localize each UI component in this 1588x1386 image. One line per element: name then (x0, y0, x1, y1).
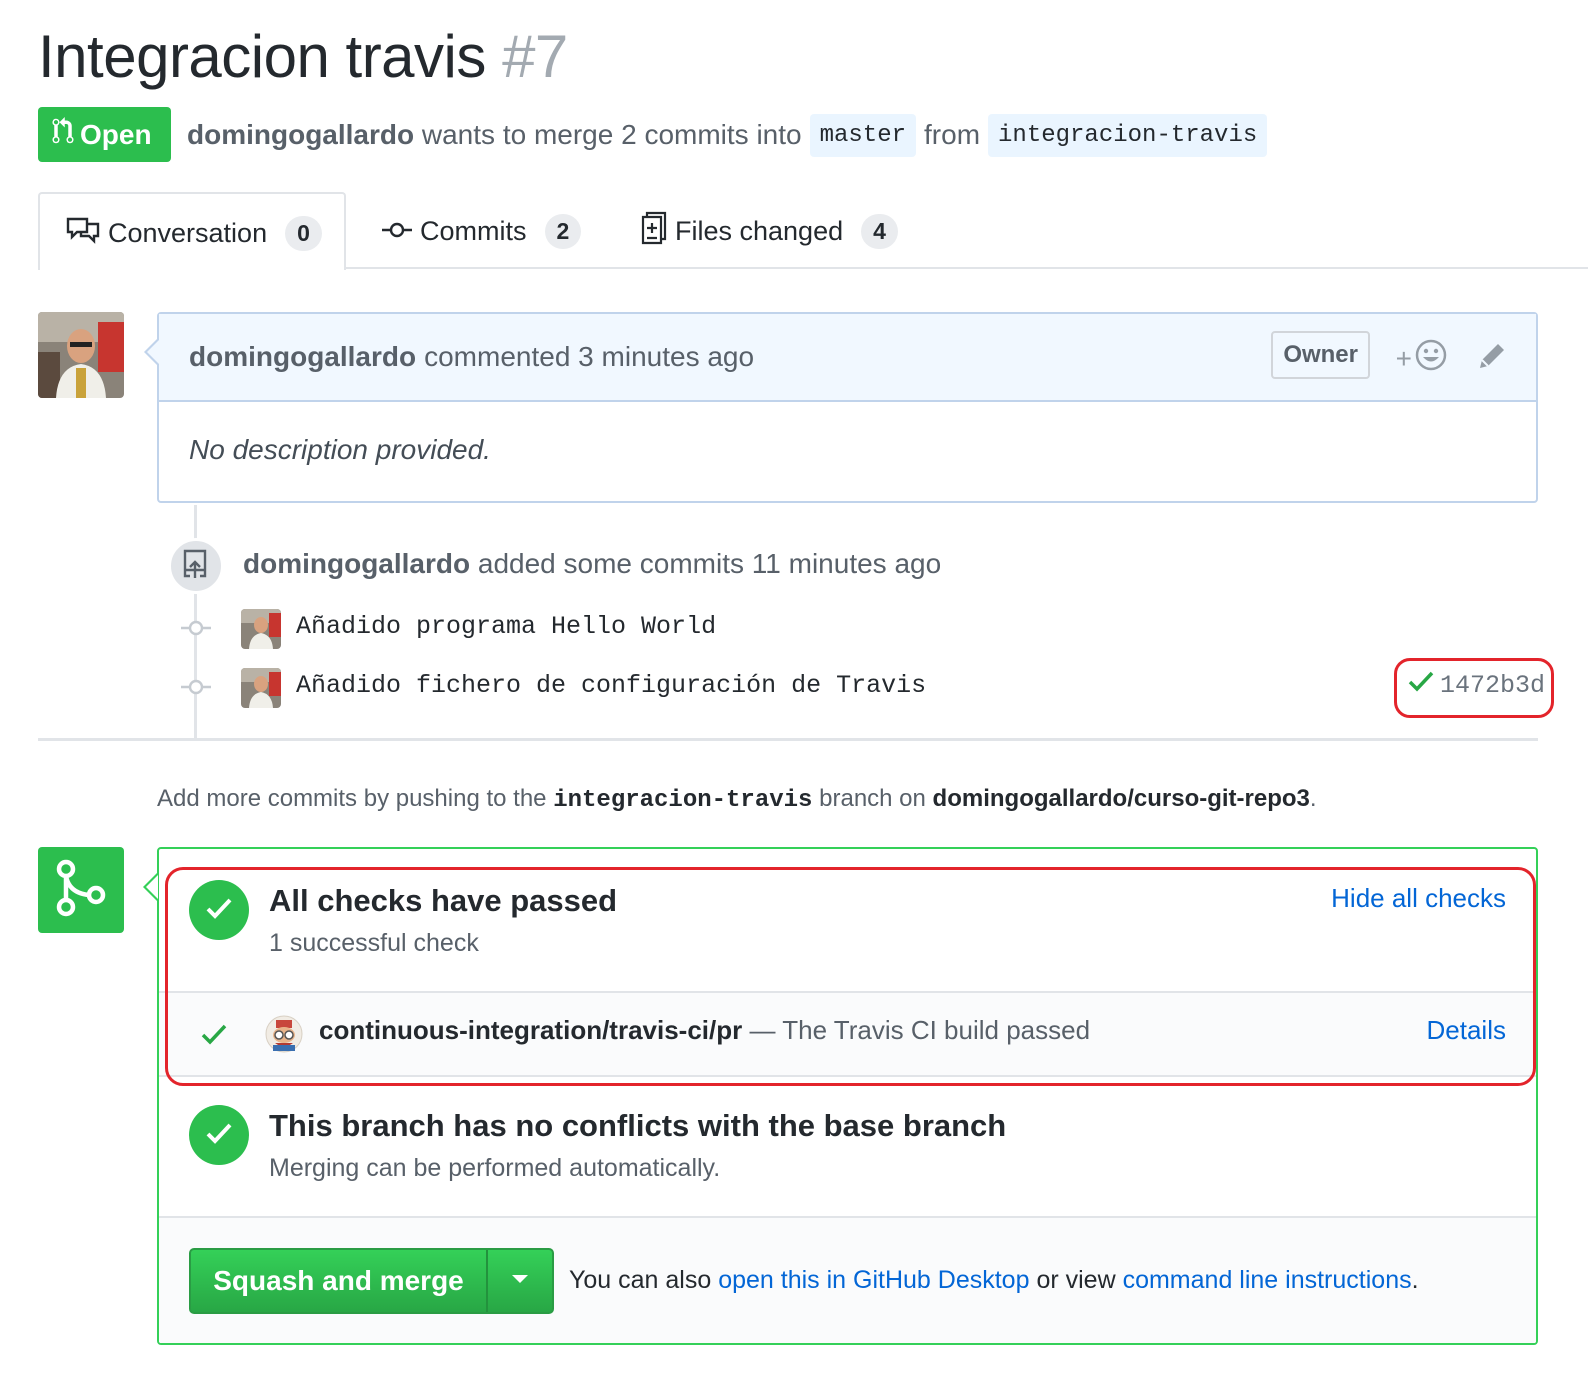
command-line-instructions-link[interactable]: command line instructions (1123, 1266, 1412, 1294)
diff-icon (641, 211, 667, 252)
pr-number: #7 (502, 23, 568, 90)
squash-and-merge-button[interactable]: Squash and merge (191, 1250, 488, 1312)
merge-status-icon-box (38, 847, 124, 933)
conflicts-subtitle: Merging can be performed automatically. (269, 1154, 721, 1182)
merge-text: wants to merge 2 commits into (421, 119, 802, 150)
check-icon (205, 1121, 233, 1150)
status-badge: Open (38, 107, 171, 162)
add-reaction-button[interactable]: + (1396, 338, 1448, 379)
avatar[interactable] (241, 668, 281, 708)
owner-badge: Owner (1271, 331, 1370, 379)
push-hint-branch: integracion-travis (553, 787, 813, 814)
pr-title: Integracion travis (38, 23, 486, 90)
tab-label: Files changed (675, 215, 844, 246)
timeline-divider (38, 738, 1538, 741)
tab-label: Conversation (108, 217, 268, 248)
merge-footer: Squash and merge You can also open this … (159, 1216, 1536, 1343)
end-punct: . (1411, 1266, 1419, 1294)
merge-box-pointer-fill (146, 875, 158, 899)
tab-counter: 4 (861, 213, 898, 249)
triangle-down-icon (511, 1272, 529, 1290)
conflicts-status-circle (189, 1105, 249, 1165)
push-event-badge (168, 538, 224, 594)
highlight-annotation (165, 867, 1536, 1086)
avatar[interactable] (241, 609, 281, 649)
git-commit-icon (382, 216, 412, 247)
merge-method-dropdown[interactable] (488, 1250, 552, 1312)
push-hint-suffix: . (1309, 785, 1317, 812)
push-event-text: domingogallardo added some commits 11 mi… (243, 548, 941, 580)
merge-alternatives-text: You can also open this in GitHub Desktop… (569, 1266, 1419, 1295)
push-hint: Add more commits by pushing to the integ… (157, 785, 1317, 814)
squash-merge-button-group: Squash and merge (189, 1248, 554, 1314)
push-hint-middle: branch on (819, 785, 926, 812)
page-title: Integracion travis #7 (38, 22, 568, 92)
comment-body: No description provided. (189, 434, 491, 465)
git-pull-request-icon (52, 117, 74, 152)
tab-files-changed[interactable]: Files changed 4 (641, 192, 898, 270)
repo-push-icon (182, 548, 210, 585)
comment-header: domingogallardo commented 3 minutes ago … (159, 314, 1536, 402)
commit-message-link[interactable]: Añadido programa Hello World (296, 612, 716, 641)
conflicts-title: This branch has no conflicts with the ba… (269, 1108, 1007, 1143)
tab-counter: 2 (544, 213, 582, 249)
commit-message-link[interactable]: Añadido fichero de configuración de Trav… (296, 671, 926, 700)
tab-conversation[interactable]: Conversation 0 (38, 192, 346, 270)
head-branch[interactable]: integracion-travis (988, 113, 1268, 157)
pencil-icon (1476, 344, 1508, 378)
tab-label: Commits (420, 215, 527, 246)
also-text: You can also (569, 1266, 712, 1294)
push-hint-prefix: Add more commits by pushing to the (157, 785, 547, 812)
comment-discussion-icon (66, 216, 100, 251)
or-view-text: or view (1036, 1266, 1116, 1294)
git-commit-icon (181, 618, 211, 638)
base-branch[interactable]: master (809, 113, 917, 157)
comment-author-link[interactable]: domingogallardo (189, 341, 416, 373)
git-merge-icon (55, 859, 107, 922)
highlight-annotation (1394, 658, 1554, 718)
tab-commits[interactable]: Commits 2 (382, 192, 582, 270)
push-event-description: added some commits 11 minutes ago (477, 548, 942, 579)
pr-author-link[interactable]: domingogallardo (187, 119, 414, 151)
edit-comment-button[interactable] (1476, 340, 1508, 379)
from-text: from (924, 119, 981, 150)
comment-box: domingogallardo commented 3 minutes ago … (157, 312, 1538, 503)
push-hint-repo: domingogallardo/curso-git-repo3 (932, 785, 1310, 812)
open-in-desktop-link[interactable]: open this in GitHub Desktop (718, 1266, 1029, 1294)
avatar[interactable] (38, 312, 124, 398)
tab-counter: 0 (285, 215, 322, 251)
merge-info: domingogallardo wants to merge 2 commits… (187, 110, 1275, 160)
comment-timestamp[interactable]: commented 3 minutes ago (424, 341, 754, 373)
plus-icon: + (1395, 342, 1412, 374)
smiley-icon (1414, 338, 1448, 379)
push-author-link[interactable]: domingogallardo (243, 548, 470, 579)
git-commit-icon (181, 677, 211, 697)
status-label: Open (80, 118, 152, 150)
comment-pointer-fill (147, 340, 159, 364)
